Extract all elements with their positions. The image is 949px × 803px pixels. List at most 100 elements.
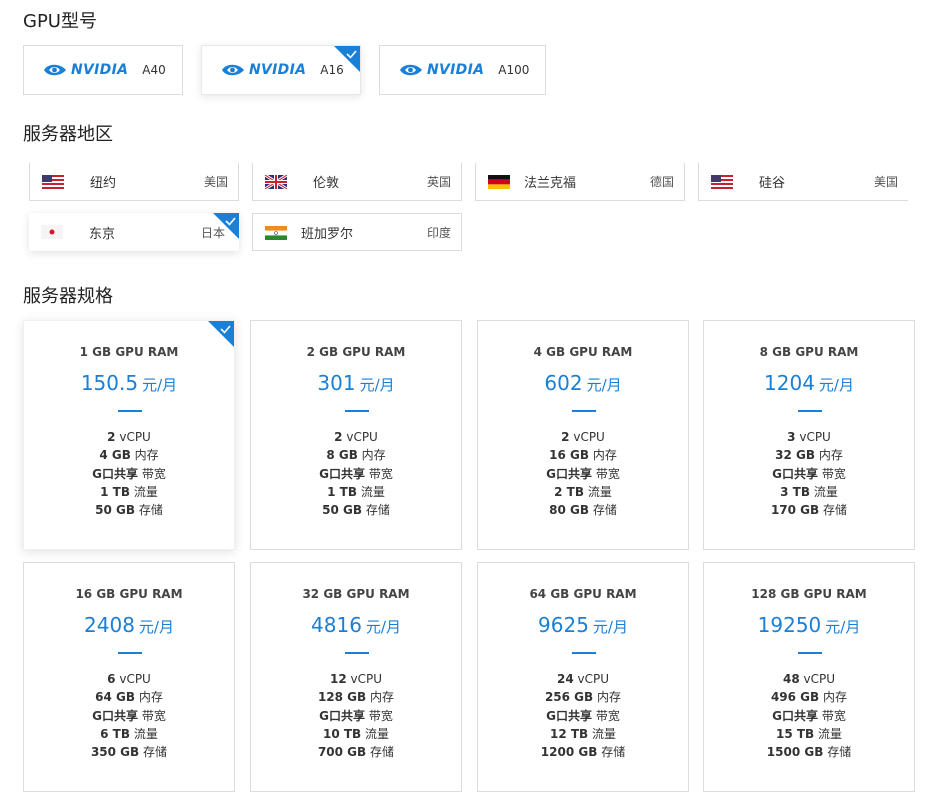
spec-traffic: 2 TB 流量	[554, 484, 612, 499]
spec-card[interactable]: 8 GB GPU RAM 1204 元/月 3 vCPU 32 GB 内存 G口共享 带宽…	[703, 320, 915, 550]
region-country: 美国	[203, 175, 228, 189]
spec-card[interactable]: 32 GB GPU RAM 4816 元/月 12 vCPU 128 GB 内存 G口共享…	[250, 562, 462, 792]
spec-vcpu: 2 vCPU	[107, 430, 151, 444]
spec-section-title: 服务器规格	[23, 286, 113, 307]
nvidia-logo-icon: NVIDIA	[398, 62, 484, 78]
spec-gpu-ram: 32 GB GPU RAM	[302, 587, 410, 601]
spec-bandwidth: G口共享 带宽	[772, 466, 846, 481]
spec-details: 2 vCPU 16 GB 内存 G口共享 带宽 2 TB 流量 80 GB 存储	[478, 428, 688, 519]
region-option-tokyo[interactable]: 东京 日本	[29, 213, 239, 251]
spec-traffic: 15 TB 流量	[775, 726, 843, 741]
spec-gpu-ram: 4 GB GPU RAM	[533, 345, 633, 359]
region-city: 东京	[89, 226, 116, 242]
spec-price: 19250 元/月	[704, 613, 914, 637]
spec-details: 48 vCPU 496 GB 内存 G口共享 带宽 15 TB 流量 1500 GB 存…	[704, 670, 914, 761]
spec-bandwidth: G口共享 带宽	[546, 466, 620, 481]
spec-bandwidth: G口共享 带宽	[546, 708, 620, 723]
spec-price-unit: 元/月	[592, 618, 628, 636]
spec-divider	[798, 410, 822, 412]
spec-storage: 1200 GB 存储	[540, 745, 626, 760]
spec-price-value: 150.5	[80, 371, 139, 395]
spec-vcpu: 24 vCPU	[556, 672, 610, 686]
spec-storage: 50 GB 存储	[322, 503, 390, 518]
spec-traffic: 1 TB 流量	[327, 484, 385, 499]
spec-divider	[572, 652, 596, 654]
spec-details: 2 vCPU 8 GB 内存 G口共享 带宽 1 TB 流量 50 GB 存储	[251, 428, 461, 519]
spec-price-value: 602	[544, 371, 583, 395]
spec-bandwidth: G口共享 带宽	[319, 708, 393, 723]
spec-gpu-ram: 64 GB GPU RAM	[529, 587, 637, 601]
selected-check-icon	[334, 46, 360, 72]
spec-memory: 128 GB 内存	[317, 690, 395, 705]
spec-card[interactable]: 4 GB GPU RAM 602 元/月 2 vCPU 16 GB 内存 G口共享 带宽 2…	[477, 320, 689, 550]
spec-price: 9625 元/月	[478, 613, 688, 637]
spec-price-value: 4816	[311, 613, 362, 637]
spec-card[interactable]: 128 GB GPU RAM 19250 元/月 48 vCPU 496 GB 内存 G口…	[703, 562, 915, 792]
nvidia-logo-icon: NVIDIA	[42, 62, 128, 78]
spec-details: 6 vCPU 64 GB 内存 G口共享 带宽 6 TB 流量 350 GB 存储	[24, 670, 234, 761]
spec-card[interactable]: 1 GB GPU RAM 150.5 元/月 2 vCPU 4 GB 内存 G口共享 带宽…	[23, 320, 235, 550]
spec-vcpu: 48 vCPU	[782, 672, 836, 686]
spec-price-value: 9625	[538, 613, 589, 637]
region-city: 纽约	[90, 176, 117, 191]
in-flag-icon	[265, 226, 287, 240]
region-city: 硅谷	[759, 176, 786, 191]
spec-divider	[118, 410, 142, 412]
spec-divider	[798, 652, 822, 654]
spec-bandwidth: G口共享 带宽	[92, 708, 166, 723]
jp-flag-icon	[41, 225, 63, 239]
spec-vcpu: 2 vCPU	[334, 430, 378, 444]
spec-price-value: 1204	[764, 371, 815, 395]
us-flag-icon	[42, 175, 64, 189]
region-section-title: 服务器地区	[23, 124, 113, 145]
uk-flag-icon	[265, 175, 287, 189]
spec-divider	[345, 410, 369, 412]
spec-price: 602 元/月	[478, 371, 688, 395]
spec-price-value: 301	[317, 371, 356, 395]
region-option-newyork[interactable]: 纽约 美国	[29, 163, 239, 201]
spec-traffic: 1 TB 流量	[100, 484, 158, 499]
spec-price-value: 2408	[84, 613, 135, 637]
region-option-frankfurt[interactable]: 法兰克福 德国	[475, 163, 685, 201]
spec-bandwidth: G口共享 带宽	[92, 466, 166, 481]
spec-details: 2 vCPU 4 GB 内存 G口共享 带宽 1 TB 流量 50 GB 存储	[24, 428, 234, 519]
gpu-model-label: A100	[498, 63, 530, 77]
spec-gpu-ram: 128 GB GPU RAM	[751, 587, 867, 601]
spec-traffic: 3 TB 流量	[780, 484, 838, 499]
spec-bandwidth: G口共享 带宽	[319, 466, 393, 481]
spec-details: 12 vCPU 128 GB 内存 G口共享 带宽 10 TB 流量 700 GB 存储	[251, 670, 461, 761]
gpu-model-label: A40	[142, 63, 166, 77]
spec-price-unit: 元/月	[142, 376, 178, 394]
spec-memory: 496 GB 内存	[770, 690, 848, 705]
region-city: 伦敦	[313, 176, 340, 191]
spec-card[interactable]: 2 GB GPU RAM 301 元/月 2 vCPU 8 GB 内存 G口共享 带宽 1 …	[250, 320, 462, 550]
gpu-option-a16[interactable]: NVIDIA A16	[201, 45, 361, 95]
spec-memory: 256 GB 内存	[544, 690, 622, 705]
selected-check-icon	[213, 213, 239, 239]
spec-bandwidth: G口共享 带宽	[772, 708, 846, 723]
spec-storage: 700 GB 存储	[317, 745, 395, 760]
spec-divider	[118, 652, 142, 654]
region-city: 法兰克福	[524, 176, 577, 191]
spec-gpu-ram: 16 GB GPU RAM	[75, 587, 183, 601]
region-option-siliconvalley[interactable]: 硅谷 美国	[698, 163, 908, 201]
gpu-option-a40[interactable]: NVIDIA A40	[23, 45, 183, 95]
region-country: 英国	[426, 175, 451, 189]
gpu-option-a100[interactable]: NVIDIA A100	[379, 45, 546, 95]
spec-card[interactable]: 64 GB GPU RAM 9625 元/月 24 vCPU 256 GB 内存 G口共享…	[477, 562, 689, 792]
spec-storage: 50 GB 存储	[95, 503, 163, 518]
region-option-bangalore[interactable]: 班加罗尔 印度	[252, 213, 462, 251]
spec-vcpu: 12 vCPU	[329, 672, 383, 686]
spec-price: 2408 元/月	[24, 613, 234, 637]
spec-storage: 350 GB 存储	[90, 745, 168, 760]
spec-card[interactable]: 16 GB GPU RAM 2408 元/月 6 vCPU 64 GB 内存 G口共享 带…	[23, 562, 235, 792]
spec-storage: 170 GB 存储	[770, 503, 848, 518]
spec-memory: 32 GB 内存	[775, 448, 843, 463]
spec-gpu-ram: 2 GB GPU RAM	[306, 345, 406, 359]
spec-price: 4816 元/月	[251, 613, 461, 637]
spec-storage: 1500 GB 存储	[766, 745, 852, 760]
spec-gpu-ram: 8 GB GPU RAM	[759, 345, 859, 359]
region-option-london[interactable]: 伦敦 英国	[252, 163, 462, 201]
spec-divider	[345, 652, 369, 654]
spec-memory: 8 GB 内存	[326, 448, 386, 463]
